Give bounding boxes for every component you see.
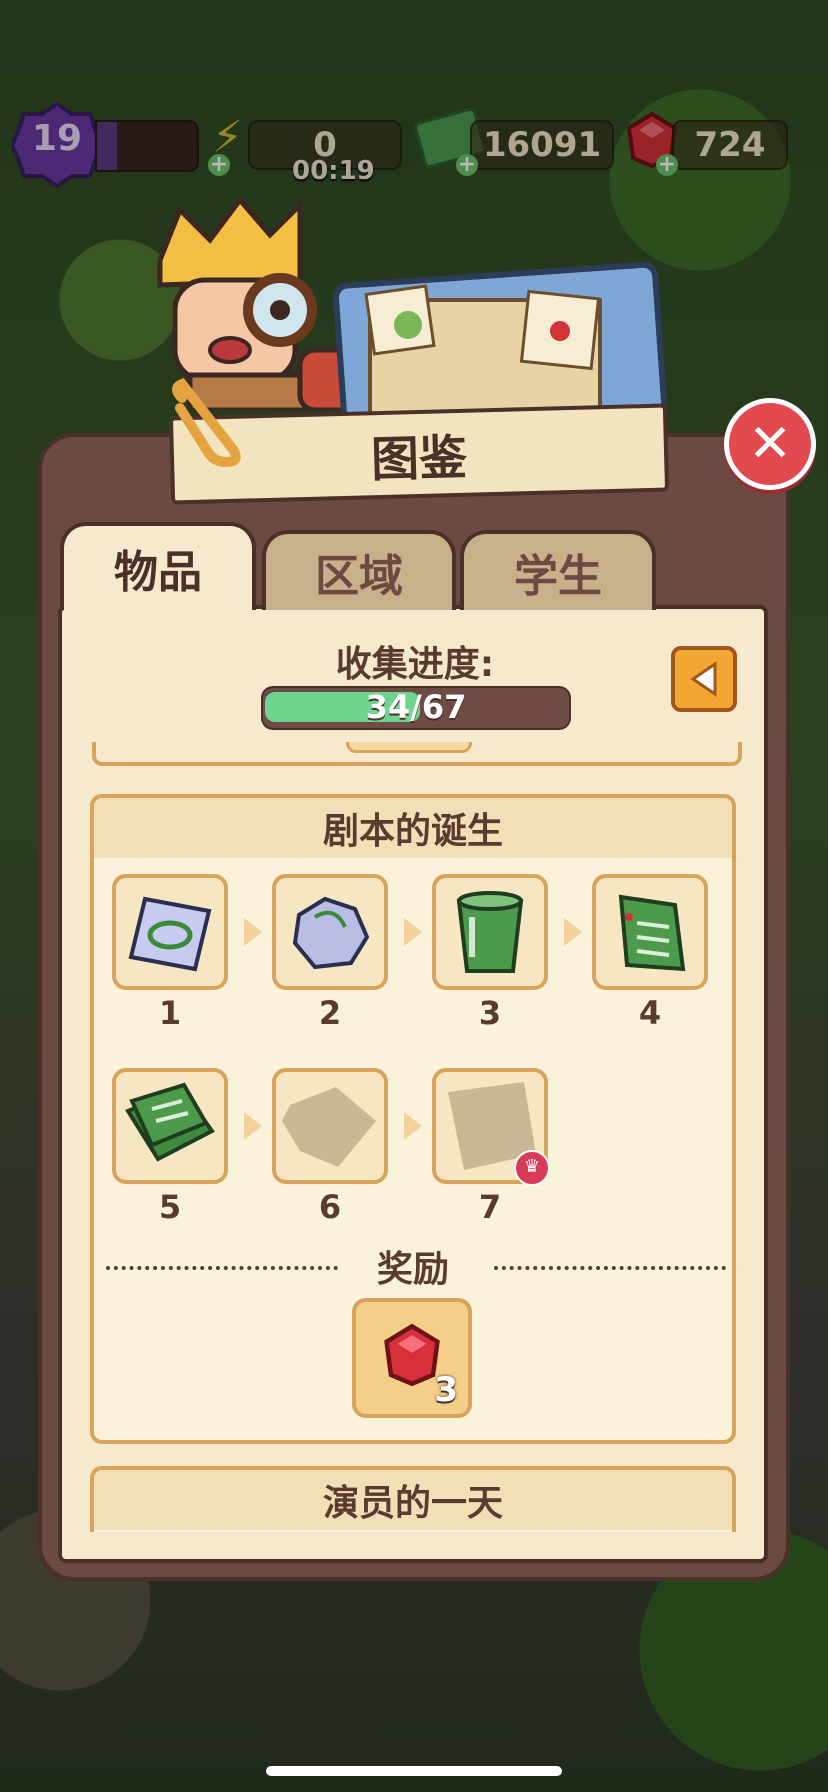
reward-count: 3 [434, 1370, 458, 1410]
close-button[interactable]: ✕ [724, 398, 816, 490]
collection-card: 剧本的诞生 1 2 3 4 ♛ 5 6 7 奖励 3 [90, 794, 736, 1444]
script-icon [618, 894, 686, 972]
reward-divider-right [494, 1266, 726, 1270]
panel-title: 图鉴 [370, 429, 468, 489]
item-number: 3 [478, 994, 502, 1032]
collection-item-slot[interactable] [112, 874, 228, 990]
collection-item-slot[interactable] [272, 874, 388, 990]
ruby-icon [384, 1324, 440, 1386]
item-arrow-icon [244, 1112, 262, 1140]
home-indicator [266, 1766, 562, 1776]
tab-areas[interactable]: 区域 [262, 530, 456, 610]
collection-title: 剧本的诞生 [94, 798, 732, 858]
back-arrow-icon [690, 661, 717, 697]
item-number: 6 [318, 1188, 342, 1226]
item-arrow-icon [404, 1112, 422, 1140]
previous-collection-card-edge [92, 742, 742, 766]
close-icon: ✕ [748, 414, 792, 474]
item-number: 7 [478, 1188, 502, 1226]
collection-item-slot[interactable] [592, 874, 708, 990]
collection-list[interactable]: 剧本的诞生 1 2 3 4 ♛ 5 6 7 奖励 3 演员的一天 [62, 742, 764, 1532]
progress-text: 34/67 [365, 688, 467, 726]
progress-bar: 34/67 [261, 686, 571, 730]
locked-item-icon [282, 1087, 376, 1167]
script-stack-icon [125, 1082, 215, 1162]
collection-item-slot[interactable] [112, 1068, 228, 1184]
paper-icon [128, 896, 212, 972]
tab-areas-label: 区域 [315, 551, 403, 602]
tab-students[interactable]: 学生 [460, 530, 656, 610]
item-arrow-icon [564, 918, 582, 946]
paperclip-icon [172, 378, 241, 468]
tab-students-label: 学生 [514, 551, 602, 602]
tab-items[interactable]: 物品 [60, 522, 256, 610]
back-button[interactable] [671, 646, 737, 712]
item-number: 5 [158, 1188, 182, 1226]
item-number: 4 [638, 994, 662, 1032]
item-arrow-icon [404, 918, 422, 946]
crown-icon: ♛ [514, 1150, 550, 1186]
item-arrow-icon [244, 918, 262, 946]
collection-item-slot[interactable]: ♛ [432, 1068, 550, 1186]
item-number: 2 [318, 994, 342, 1032]
trash-can-icon [456, 891, 524, 973]
collection-card: 演员的一天 [90, 1466, 736, 1532]
collection-item-slot[interactable] [272, 1068, 388, 1184]
collection-item-slot[interactable] [432, 874, 548, 990]
crumpled-paper-icon [292, 896, 370, 970]
reward-slot[interactable]: 3 [352, 1298, 472, 1418]
progress-label: 收集进度: [335, 644, 495, 685]
tab-items-label: 物品 [114, 547, 202, 598]
item-number: 1 [158, 994, 182, 1032]
collection-title: 演员的一天 [94, 1470, 732, 1530]
